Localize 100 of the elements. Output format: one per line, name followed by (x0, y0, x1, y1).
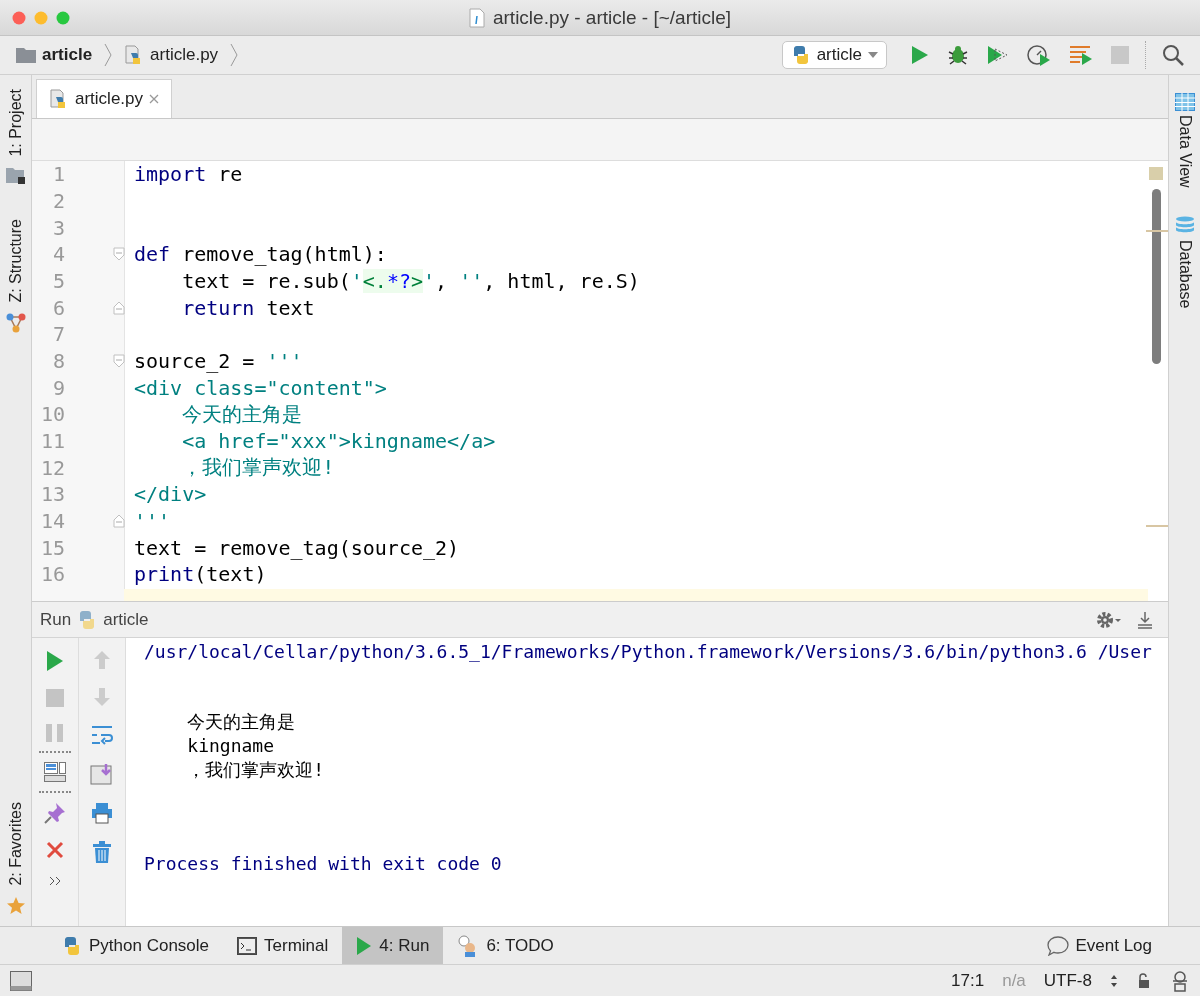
line-number: 4 (51, 242, 65, 267)
tool-window-tab[interactable]: 2: Favorites (6, 802, 25, 886)
settings-icon[interactable] (1096, 610, 1122, 629)
folder-icon (16, 47, 36, 63)
panel-toggle-icon[interactable] (10, 970, 32, 991)
code-line: <div class="content"> (134, 375, 387, 400)
tool-window-tab[interactable]: 6: TODO (443, 927, 568, 964)
code-line: <a href="xxx">kingname</a> (181, 428, 496, 453)
code-line: text = re.sub('<.*?>', '', html, re.S) (181, 268, 640, 293)
zoom-window-icon[interactable] (56, 10, 70, 25)
pin-icon[interactable] (44, 802, 66, 824)
event-log-button[interactable]: Event Log (1075, 935, 1152, 956)
bug-icon[interactable] (947, 44, 969, 66)
code-line: ''' (134, 508, 171, 533)
breadcrumb[interactable]: article (42, 45, 93, 65)
inspector-icon[interactable] (1170, 969, 1190, 992)
fold-marker-icon[interactable] (113, 353, 125, 368)
chevron-icon (230, 43, 239, 67)
print-icon[interactable] (91, 802, 113, 824)
line-number: 15 (39, 535, 65, 560)
caret-icon (868, 52, 878, 58)
line-number: 9 (51, 375, 65, 400)
line-number: 14 (39, 508, 65, 533)
coverage-icon[interactable] (987, 45, 1009, 65)
encoding-selector[interactable]: UTF-8 (1043, 970, 1092, 991)
code-line: print(text) (134, 562, 267, 587)
tool-window-tab[interactable]: Z: Structure (6, 218, 25, 303)
error-stripe-mark (1146, 230, 1168, 232)
line-number: 13 (39, 482, 65, 507)
python-icon (62, 935, 82, 956)
code-line: source_2 = ''' (134, 348, 303, 373)
pause-icon[interactable] (46, 724, 64, 742)
profiler-icon[interactable] (1027, 44, 1051, 66)
more-icon[interactable] (49, 876, 61, 886)
code-line: ，我们掌声欢迎! (181, 454, 335, 482)
line-number: 8 (51, 348, 65, 373)
panel-title: Run (40, 609, 72, 630)
line-number: 6 (51, 295, 65, 320)
line-number: 7 (51, 322, 65, 347)
soft-wrap-icon[interactable] (91, 724, 113, 746)
scroll-to-end-icon[interactable] (90, 763, 114, 785)
speech-bubble-icon (1047, 935, 1070, 956)
line-number: 1 (51, 162, 65, 187)
up-down-arrows-icon (1110, 973, 1118, 988)
console-exit-message: Process finished with exit code 0 (144, 852, 503, 876)
console-output: kingname (186, 734, 276, 758)
tool-window-tab[interactable]: Python Console (48, 927, 224, 964)
lock-icon[interactable] (1136, 971, 1152, 990)
line-number: 11 (39, 428, 65, 453)
line-number: 16 (39, 562, 65, 587)
console-output: 今天的主角是 (186, 710, 297, 734)
tool-window-tab[interactable]: 1: Project (6, 89, 25, 157)
window-title: article.py - article - [~/article] (492, 6, 732, 29)
star-icon (5, 896, 26, 916)
close-icon[interactable] (149, 94, 160, 104)
file-icon (468, 7, 485, 28)
run-icon (356, 935, 373, 956)
code-line: </div> (134, 482, 207, 507)
code-line: import re (134, 162, 243, 187)
close-window-icon[interactable] (12, 10, 26, 25)
tool-window-tab[interactable]: 4: Run (342, 927, 444, 964)
rerun-icon[interactable] (46, 650, 64, 672)
hide-panel-icon[interactable] (1136, 610, 1154, 629)
tool-window-tab[interactable]: Data View (1175, 115, 1194, 188)
line-number: 10 (39, 402, 65, 427)
console-command: /usr/local/Cellar/python/3.6.5_1/Frameworks/Python.framework/Versions/3.6/bin/python3.6 /User (144, 640, 1153, 664)
code-line: return text (181, 295, 315, 320)
fold-marker-icon[interactable] (113, 300, 125, 315)
chevron-icon (104, 43, 113, 67)
error-stripe-mark (1146, 525, 1168, 527)
tool-window-tab[interactable]: Terminal (223, 927, 343, 964)
table-icon (1174, 93, 1195, 111)
console-output: ，我们掌声欢迎! (186, 758, 326, 782)
caret-position[interactable]: 17:1 (951, 970, 985, 991)
layout-icon[interactable] (44, 762, 66, 782)
tool-window-tab[interactable]: Database (1175, 239, 1194, 309)
line-number: 3 (51, 215, 65, 240)
fold-marker-icon[interactable] (113, 513, 125, 528)
code-line: text = remove_tag(source_2) (134, 535, 460, 560)
line-number: 12 (39, 455, 65, 480)
trash-icon[interactable] (92, 841, 112, 863)
run-configuration-dropdown[interactable]: article (781, 41, 887, 69)
concurrency-icon[interactable] (1069, 45, 1093, 65)
line-number: 5 (51, 268, 65, 293)
inspection-indicator-icon (1149, 167, 1163, 180)
code-line: def remove_tag(html): (134, 242, 387, 267)
line-number: 2 (51, 189, 65, 213)
breadcrumb[interactable]: article.py (150, 45, 219, 65)
code-line: 今天的主角是 (181, 400, 303, 428)
close-icon[interactable] (46, 841, 64, 859)
fold-marker-icon[interactable] (113, 247, 125, 262)
run-icon[interactable] (911, 45, 929, 65)
scrollbar-thumb[interactable] (1152, 189, 1161, 364)
folder-icon (5, 166, 26, 185)
run-configuration-tab[interactable]: article (103, 609, 149, 630)
search-icon[interactable] (1162, 44, 1184, 66)
terminal-icon (237, 936, 258, 955)
indent-status: n/a (1002, 970, 1026, 991)
editor-tab[interactable]: article.py (36, 79, 173, 118)
structure-icon (5, 312, 26, 335)
